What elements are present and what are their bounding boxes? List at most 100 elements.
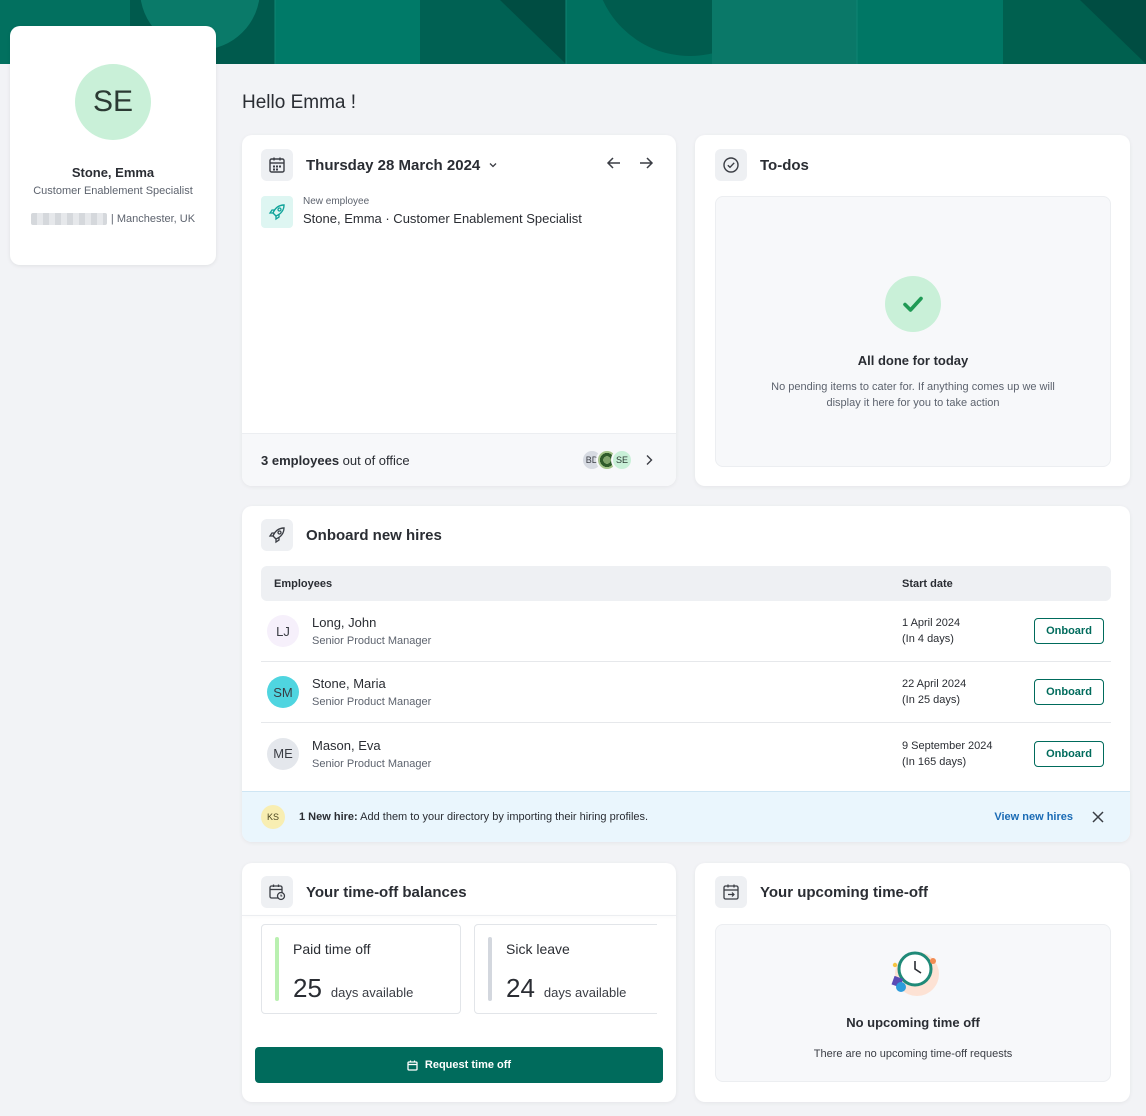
onboard-button[interactable]: Onboard xyxy=(1034,618,1104,644)
tile-number: 25 xyxy=(293,973,322,1003)
ooo-count: 3 employees xyxy=(261,452,340,468)
checkmark-icon xyxy=(885,276,941,332)
arrow-left-icon[interactable] xyxy=(606,155,622,171)
avatar: KS xyxy=(261,805,285,829)
tile-value: 25 days available xyxy=(293,973,413,1004)
new-hires-table: Employees Start date LJ Long, John Senio… xyxy=(261,566,1111,784)
chevron-down-icon xyxy=(489,162,497,167)
upcoming-title: Your upcoming time-off xyxy=(760,883,929,901)
start-date: 22 April 2024 xyxy=(902,678,967,690)
calendar-clock-icon xyxy=(261,876,293,908)
onboard-header: Onboard new hires xyxy=(261,519,442,551)
ooo-suffix: out of office xyxy=(339,452,410,468)
employee-role: Senior Product Manager xyxy=(312,635,432,647)
balance-tiles: Paid time off 25 days available Sick lea… xyxy=(261,924,657,1014)
balances-card: Your time-off balances Paid time off 25 … xyxy=(242,863,676,1102)
employee-cell: SM Stone, Maria Senior Product Manager xyxy=(261,676,902,708)
todos-card: To-dos All done for today No pending ite… xyxy=(695,135,1130,486)
divider xyxy=(242,915,676,916)
tile-number: 24 xyxy=(506,973,535,1003)
employee-name[interactable]: Long, John xyxy=(312,615,431,630)
check-circle-icon xyxy=(715,149,747,181)
balances-header: Your time-off balances xyxy=(261,876,467,908)
start-date-relative: (In 25 days) xyxy=(902,694,961,706)
avatar: SE xyxy=(75,64,151,140)
onboard-card: Onboard new hires Employees Start date L… xyxy=(242,506,1130,842)
event-text: Stone, Emma · Customer Enablement Specia… xyxy=(303,211,582,226)
profile-role: Customer Enablement Specialist xyxy=(33,185,193,197)
column-start-date: Start date xyxy=(902,577,953,590)
empty-description: No pending items to cater for. If anythi… xyxy=(771,381,1055,409)
onboard-title: Onboard new hires xyxy=(306,526,442,544)
employee-cell: ME Mason, Eva Senior Product Manager xyxy=(261,737,902,770)
avatar: LJ xyxy=(267,615,299,647)
arrow-right-icon[interactable] xyxy=(638,155,654,171)
upcoming-header: Your upcoming time-off xyxy=(715,876,928,908)
event-tag: New employee xyxy=(303,196,370,207)
profile-name: Stone, Emma xyxy=(71,165,155,180)
employee-role: Senior Product Manager xyxy=(312,696,432,708)
tile-unit: days available xyxy=(543,985,627,1000)
banner-text: 1 New hire: Add them to your directory b… xyxy=(299,811,994,823)
rocket-icon xyxy=(261,519,293,551)
profile-location: | Manchester, UK xyxy=(10,213,216,225)
tile-unit: days available xyxy=(330,985,414,1000)
avatar: SM xyxy=(267,676,299,708)
profile-card: SE Stone, Emma Customer Enablement Speci… xyxy=(10,26,216,265)
avatar: SE xyxy=(611,449,633,471)
clock-illustration-icon xyxy=(881,947,945,1001)
employee-name[interactable]: Stone, Maria xyxy=(312,676,431,691)
calendar-card: Thursday 28 March 2024 New employee Ston… xyxy=(242,135,676,486)
tile-accent xyxy=(275,937,279,1001)
start-date-cell: 1 April 2024 (In 4 days) xyxy=(902,615,1034,647)
request-label: Request time off xyxy=(424,1059,512,1071)
employee-name[interactable]: Mason, Eva xyxy=(312,738,431,753)
todos-header: To-dos xyxy=(715,149,809,181)
view-new-hires-link[interactable]: View new hires xyxy=(994,811,1073,823)
calendar-event[interactable]: New employee Stone, Emma · Customer Enab… xyxy=(261,196,582,228)
chevron-right-icon[interactable] xyxy=(641,452,657,468)
calendar-header: Thursday 28 March 2024 xyxy=(261,149,498,181)
calendar-icon xyxy=(261,149,293,181)
start-date-cell: 22 April 2024 (In 25 days) xyxy=(902,676,1034,708)
new-hire-banner: KS 1 New hire: Add them to your director… xyxy=(242,791,1130,842)
avatar: ME xyxy=(267,737,299,770)
employee-cell: LJ Long, John Senior Product Manager xyxy=(261,615,902,647)
ooo-summary: 3 employees out of office xyxy=(261,453,410,468)
table-header: Employees Start date xyxy=(261,566,1111,601)
balance-tile-sick[interactable]: Sick leave 24 days available xyxy=(474,924,657,1014)
balance-tile-paid[interactable]: Paid time off 25 days available xyxy=(261,924,461,1014)
employee-role: Senior Product Manager xyxy=(312,757,432,770)
table-row: ME Mason, Eva Senior Product Manager 9 S… xyxy=(261,723,1111,784)
calendar-icon xyxy=(407,1060,418,1071)
date-selector[interactable]: Thursday 28 March 2024 xyxy=(306,157,498,174)
out-of-office-bar[interactable]: 3 employees out of office BD SE xyxy=(242,433,676,486)
rocket-icon xyxy=(261,196,293,228)
banner-bold: 1 New hire: xyxy=(299,811,358,823)
tile-value: 24 days available xyxy=(506,973,626,1004)
start-date-cell: 9 September 2024 (In 165 days) xyxy=(902,738,1034,770)
start-date: 9 September 2024 xyxy=(902,739,993,752)
date-navigation xyxy=(606,155,654,171)
tile-name: Paid time off xyxy=(293,941,371,957)
upcoming-card: Your upcoming time-off No upcoming time … xyxy=(695,863,1130,1102)
close-icon[interactable] xyxy=(1091,810,1105,824)
column-employees: Employees xyxy=(274,577,333,590)
upcoming-empty-state: No upcoming time off There are no upcomi… xyxy=(715,924,1111,1082)
start-date-relative: (In 4 days) xyxy=(902,633,954,645)
onboard-button[interactable]: Onboard xyxy=(1034,679,1104,705)
redacted-text xyxy=(30,213,107,225)
ooo-avatars: BD SE xyxy=(581,449,657,471)
todos-empty-state: All done for today No pending items to c… xyxy=(715,196,1111,467)
banner-message: Add them to your directory by importing … xyxy=(357,811,649,823)
start-date-relative: (In 165 days) xyxy=(902,755,967,768)
page-title: Hello Emma ! xyxy=(242,92,357,113)
request-time-off-button[interactable]: Request time off xyxy=(255,1047,663,1083)
calendar-arrow-icon xyxy=(715,876,747,908)
tile-accent xyxy=(488,937,492,1001)
onboard-button[interactable]: Onboard xyxy=(1034,740,1104,767)
table-row: LJ Long, John Senior Product Manager 1 A… xyxy=(261,601,1111,662)
table-row: SM Stone, Maria Senior Product Manager 2… xyxy=(261,662,1111,723)
location-text: | Manchester, UK xyxy=(110,213,196,225)
start-date: 1 April 2024 xyxy=(902,617,961,629)
